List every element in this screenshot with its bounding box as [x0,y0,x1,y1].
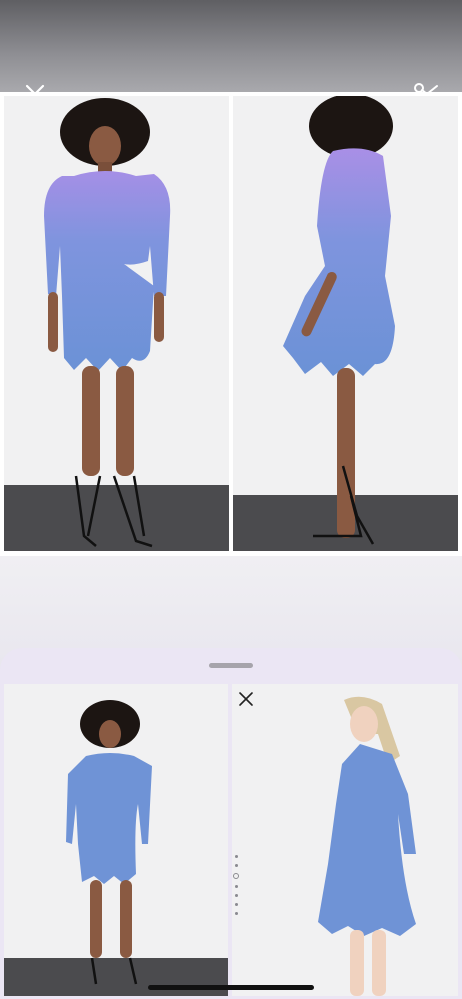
close-icon [239,692,253,706]
model-side-view[interactable] [233,96,458,551]
page-indicator[interactable] [231,855,241,921]
result-front-figure [66,700,152,985]
page-dot [234,864,238,867]
sheet-grabber[interactable] [209,663,253,668]
top-gradient-bar [0,0,462,92]
sheet-close-button[interactable] [235,688,257,710]
page-dot [234,855,238,858]
home-indicator[interactable] [148,985,314,990]
result-blonde-model[interactable] [232,684,458,996]
front-model-figure [44,98,171,548]
page-dot [234,903,238,906]
page-dot [234,894,238,897]
page-dot [234,885,238,888]
result-front-view[interactable] [4,684,228,996]
page-dot-active [233,873,239,879]
side-model-figure [283,96,395,545]
model-front-view[interactable] [4,96,229,551]
result-blonde-figure [318,696,416,996]
page-dot [234,912,238,915]
